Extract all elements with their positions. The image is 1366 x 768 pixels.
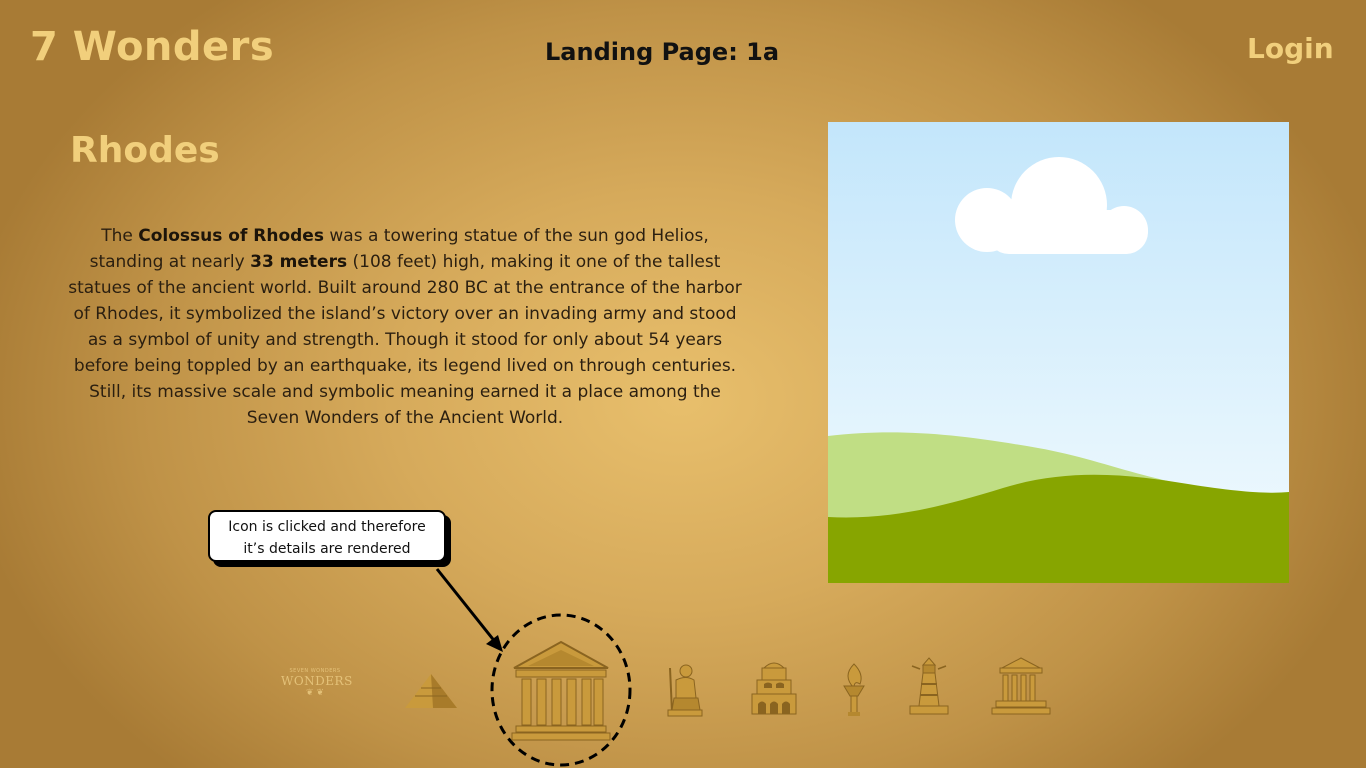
annotation-line-2: it’s details are rendered: [243, 541, 411, 557]
page-label: Landing Page: 1a: [545, 38, 780, 66]
zeus-statue-icon[interactable]: [664, 662, 704, 718]
login-link[interactable]: Login: [1247, 32, 1334, 65]
annotation-callout: Icon is clicked and therefore it’s detai…: [208, 510, 446, 562]
pyramid-icon[interactable]: [403, 672, 459, 710]
landscape-image: [828, 122, 1289, 583]
desc-bold-height: 33 meters: [250, 252, 348, 272]
seven-wonders-logo-icon[interactable]: SEVEN WONDERS WONDERS ❦ ❦: [281, 668, 353, 714]
desc-bold-name: Colossus of Rhodes: [138, 226, 324, 246]
torch-icon[interactable]: [840, 662, 868, 718]
logo-main-text: WONDERS: [281, 674, 353, 688]
annotation-line-1: Icon is clicked and therefore: [228, 519, 426, 535]
arrow-head-icon: [486, 635, 503, 652]
brand-title: 7 Wonders: [30, 24, 275, 70]
desc-text-3: (108 feet) high, making it one of the ta…: [68, 252, 742, 428]
wonder-title: Rhodes: [70, 130, 220, 171]
wonder-image-placeholder: [828, 122, 1289, 583]
temple-icon[interactable]: [510, 640, 612, 742]
wreath-icon: ❦ ❦: [306, 688, 324, 698]
mausoleum-icon[interactable]: [990, 656, 1052, 716]
lighthouse-icon[interactable]: [906, 656, 952, 716]
wonder-description: The Colossus of Rhodes was a towering st…: [66, 223, 744, 431]
desc-text-1: The: [101, 226, 139, 246]
annotation-arrow: [435, 568, 502, 649]
hanging-gardens-icon[interactable]: [750, 658, 798, 716]
